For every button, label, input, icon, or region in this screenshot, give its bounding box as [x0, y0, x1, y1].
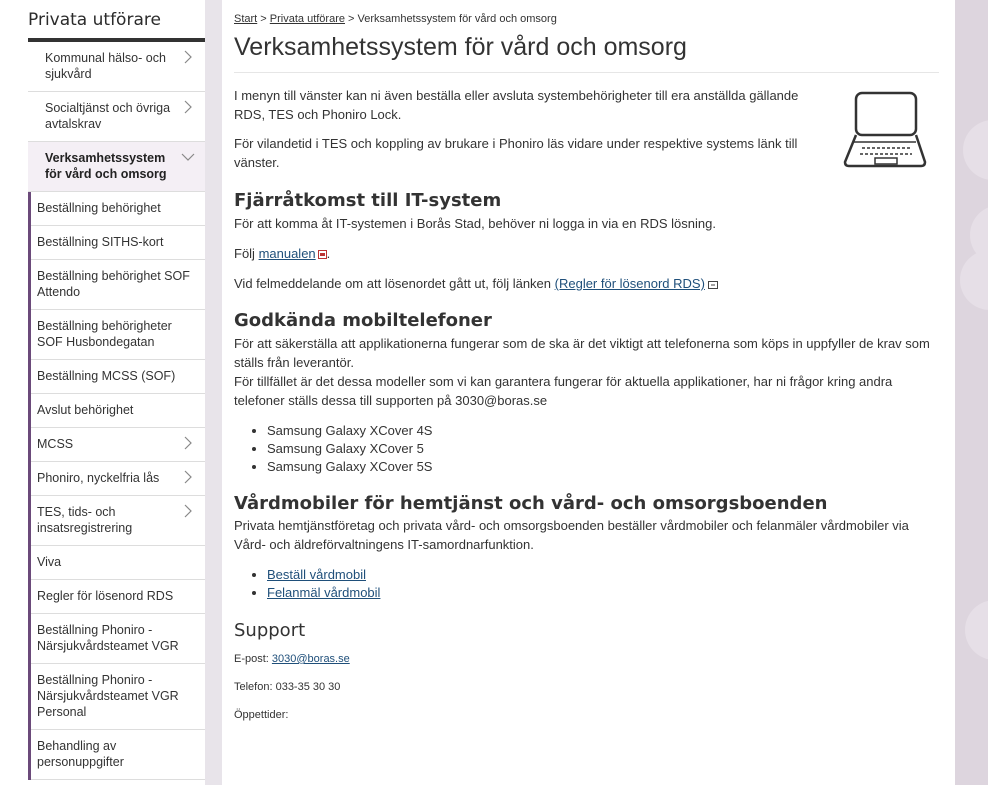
sidebar-subitem-phoniro[interactable]: Phoniro, nyckelfria lås: [31, 462, 205, 496]
list-item: Samsung Galaxy XCover 5S: [267, 458, 939, 476]
sidebar-item-label: Kommunal hälso- och sjukvård: [45, 51, 166, 81]
list-item: Samsung Galaxy XCover 5: [267, 440, 939, 458]
sidebar-subitem-label: TES, tids- och insatsregistrering: [37, 505, 133, 535]
care-phones-paragraph: Privata hemtjänstföretag och privata vår…: [234, 518, 909, 552]
list-item: Beställ vårdmobil: [267, 566, 939, 584]
password-rules-link[interactable]: (Regler för lösenord RDS): [555, 276, 705, 291]
breadcrumb-separator: >: [344, 13, 358, 25]
list-item: Felanmäl vårdmobil: [267, 584, 939, 602]
decorative-circle: [965, 600, 988, 660]
remote-p2-suffix: .: [326, 246, 331, 261]
chevron-right-icon[interactable]: [181, 504, 195, 518]
chevron-right-icon[interactable]: [181, 100, 195, 114]
breadcrumb-current: Verksamhetssystem för vård och omsorg: [357, 13, 557, 25]
support-email-link[interactable]: 3030@boras.se: [272, 653, 350, 665]
decorative-circle: [963, 120, 988, 180]
chevron-right-icon[interactable]: [181, 436, 195, 450]
breadcrumb-parent-link[interactable]: Privata utförare: [270, 13, 345, 25]
sidebar-subitem-personuppgifter[interactable]: Behandling av personuppgifter: [31, 730, 205, 780]
remote-p3-prefix: Vid felmeddelande om att lösenordet gått…: [234, 276, 555, 291]
sidebar-title: Privata utförare: [28, 10, 161, 30]
breadcrumb: Start > Privata utförare > Verksamhetssy…: [234, 13, 939, 25]
support-phone: Telefon: 033-35 30 30: [234, 681, 341, 693]
sidebar-separator-stripe: [205, 0, 222, 785]
care-phones-links: Beställ vårdmobil Felanmäl vårdmobil: [234, 566, 939, 602]
sidebar-top-items: Kommunal hälso- och sjukvård Socialtjäns…: [28, 42, 205, 192]
page-title: Verksamhetssystem för vård och omsorg: [234, 33, 939, 73]
sidebar-subitem-mcss[interactable]: MCSS: [31, 428, 205, 462]
left-gutter: [0, 0, 10, 785]
section-heading-care-phones: Vårdmobiler för hemtjänst och vård- och …: [234, 493, 828, 514]
sidebar-subitem-phoniro-narsjukvard-personal[interactable]: Beställning Phoniro - Närsjukvårdsteamet…: [31, 664, 205, 730]
sidebar-subitem-sof-husbondegatan[interactable]: Beställning behörigheter SOF Husbondegat…: [31, 310, 205, 360]
sidebar-subitem-label: Beställning behörighet: [37, 201, 161, 215]
sidebar-subitem-label: Beställning MCSS (SOF): [37, 369, 176, 383]
sidebar-subitem-label: Beställning behörigheter SOF Husbondegat…: [37, 319, 172, 349]
sidebar-subitem-label: Beställning Phoniro - Närsjukvårdsteamet…: [37, 673, 179, 719]
sidebar-subitem-label: Phoniro, nyckelfria lås: [37, 471, 160, 485]
sidebar-subitem-label: Regler för lösenord RDS: [37, 589, 174, 603]
report-care-phone-link[interactable]: Felanmäl vårdmobil: [267, 585, 380, 600]
sidebar-subitem-label: Avslut behörighet: [37, 403, 134, 417]
decorative-circle: [960, 250, 988, 310]
sidebar-subitem-viva[interactable]: Viva: [31, 546, 205, 580]
sidebar-subnav: Beställning behörighet Beställning SITHS…: [28, 192, 205, 780]
pdf-icon: [317, 250, 327, 259]
right-decorative-panel: [955, 0, 988, 785]
chevron-right-icon[interactable]: [181, 50, 195, 64]
breadcrumb-separator: >: [257, 13, 270, 25]
chevron-right-icon[interactable]: [181, 470, 195, 484]
sidebar-subitem-label: MCSS: [37, 437, 74, 451]
approved-phones-list: Samsung Galaxy XCover 4S Samsung Galaxy …: [234, 422, 939, 476]
breadcrumb-start-link[interactable]: Start: [234, 13, 257, 25]
support-hours: Öppettider:: [234, 709, 289, 721]
external-link-icon: [707, 281, 718, 289]
sidebar-item-verksamhetssystem[interactable]: Verksamhetssystem för vård och omsorg: [28, 142, 205, 192]
remote-paragraph-3: Vid felmeddelande om att lösenordet gått…: [234, 274, 939, 293]
chevron-down-icon[interactable]: [181, 150, 195, 164]
sidebar-item-kommunal-halso-och-sjukvard[interactable]: Kommunal hälso- och sjukvård: [28, 42, 205, 92]
sidebar-subitem-label: Viva: [37, 555, 62, 569]
laptop-icon: [843, 91, 927, 168]
remote-paragraph-1: För att komma åt IT-systemen i Borås Sta…: [234, 216, 716, 231]
sidebar-nav: Privata utförare Kommunal hälso- och sju…: [20, 0, 205, 785]
sidebar-subitem-label: Beställning SITHS-kort: [37, 235, 164, 249]
section-heading-remote-access: Fjärråtkomst till IT-system: [234, 190, 502, 211]
sidebar-subitem-tes[interactable]: TES, tids- och insatsregistrering: [31, 496, 205, 546]
sidebar-subitem-sof-attendo[interactable]: Beställning behörighet SOF Attendo: [31, 260, 205, 310]
sidebar-subitem-avslut-behorighet[interactable]: Avslut behörighet: [31, 394, 205, 428]
sidebar-subitem-label: Behandling av personuppgifter: [37, 739, 124, 769]
sidebar-subitem-mcss-sof[interactable]: Beställning MCSS (SOF): [31, 360, 205, 394]
sidebar-subitem-bestallning-behorighet[interactable]: Beställning behörighet: [31, 192, 205, 226]
section-heading-approved-phones: Godkända mobiltelefoner: [234, 310, 492, 331]
sidebar-subitem-siths-kort[interactable]: Beställning SITHS-kort: [31, 226, 205, 260]
intro-paragraph-2: För vilandetid i TES och koppling av bru…: [234, 136, 798, 170]
phones-paragraph-2: För tillfället är det dessa modeller som…: [234, 374, 893, 408]
sidebar-subitem-label: Beställning Phoniro - Närsjukvårdsteamet…: [37, 623, 179, 653]
remote-paragraph-2: Följ manualen.: [234, 244, 939, 263]
order-care-phone-link[interactable]: Beställ vårdmobil: [267, 567, 366, 582]
sidebar-subitem-phoniro-narsjukvard[interactable]: Beställning Phoniro - Närsjukvårdsteamet…: [31, 614, 205, 664]
sidebar-item-label: Socialtjänst och övriga avtalskrav: [45, 101, 171, 131]
list-item: Samsung Galaxy XCover 4S: [267, 422, 939, 440]
manual-link[interactable]: manualen: [259, 246, 316, 261]
section-heading-support: Support: [234, 620, 306, 641]
sidebar-item-label: Verksamhetssystem för vård och omsorg: [45, 151, 167, 181]
sidebar-item-socialtjanst[interactable]: Socialtjänst och övriga avtalskrav: [28, 92, 205, 142]
remote-p2-prefix: Följ: [234, 246, 259, 261]
main-content: Start > Privata utförare > Verksamhetssy…: [234, 0, 939, 785]
support-email: E-post: 3030@boras.se: [234, 650, 939, 669]
sidebar-subitem-regler-losenord[interactable]: Regler för lösenord RDS: [31, 580, 205, 614]
phones-paragraph-1: För att säkerställa att applikationerna …: [234, 336, 930, 370]
sidebar-subitem-label: Beställning behörighet SOF Attendo: [37, 269, 190, 299]
intro-paragraph-1: I menyn till vänster kan ni även beställ…: [234, 88, 799, 122]
support-email-label: E-post:: [234, 653, 272, 665]
